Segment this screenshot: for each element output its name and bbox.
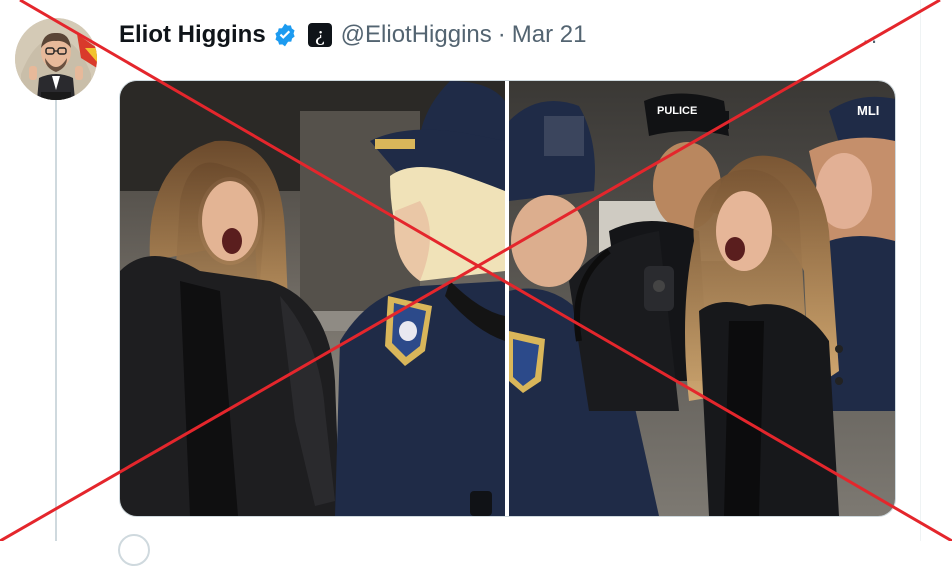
- avatar-image: [15, 18, 97, 100]
- more-options-icon[interactable]: ··: [862, 28, 879, 54]
- tweet-date[interactable]: Mar 21: [512, 21, 587, 49]
- media-image-1[interactable]: [120, 81, 505, 516]
- media-grid: PULICE MLI: [119, 80, 896, 517]
- cap-text-right: MLI: [857, 103, 880, 118]
- avatar[interactable]: [15, 18, 97, 100]
- verified-badge-icon: [272, 22, 298, 48]
- author-name[interactable]: Eliot Higgins: [119, 21, 266, 49]
- author-handle[interactable]: @EliotHiggins: [341, 21, 492, 49]
- cap-text-left: PULICE: [657, 105, 698, 117]
- column-divider: [920, 0, 921, 541]
- header-separator: ·: [497, 21, 506, 48]
- affiliation-badge-icon[interactable]: ¿: [307, 23, 332, 47]
- tweet-header: Eliot Higgins ¿ @EliotHiggins · Mar 21: [119, 18, 586, 52]
- thread-line: [55, 100, 57, 541]
- reply-avatar-placeholder: [118, 534, 150, 566]
- media-image-2[interactable]: PULICE MLI: [509, 81, 895, 516]
